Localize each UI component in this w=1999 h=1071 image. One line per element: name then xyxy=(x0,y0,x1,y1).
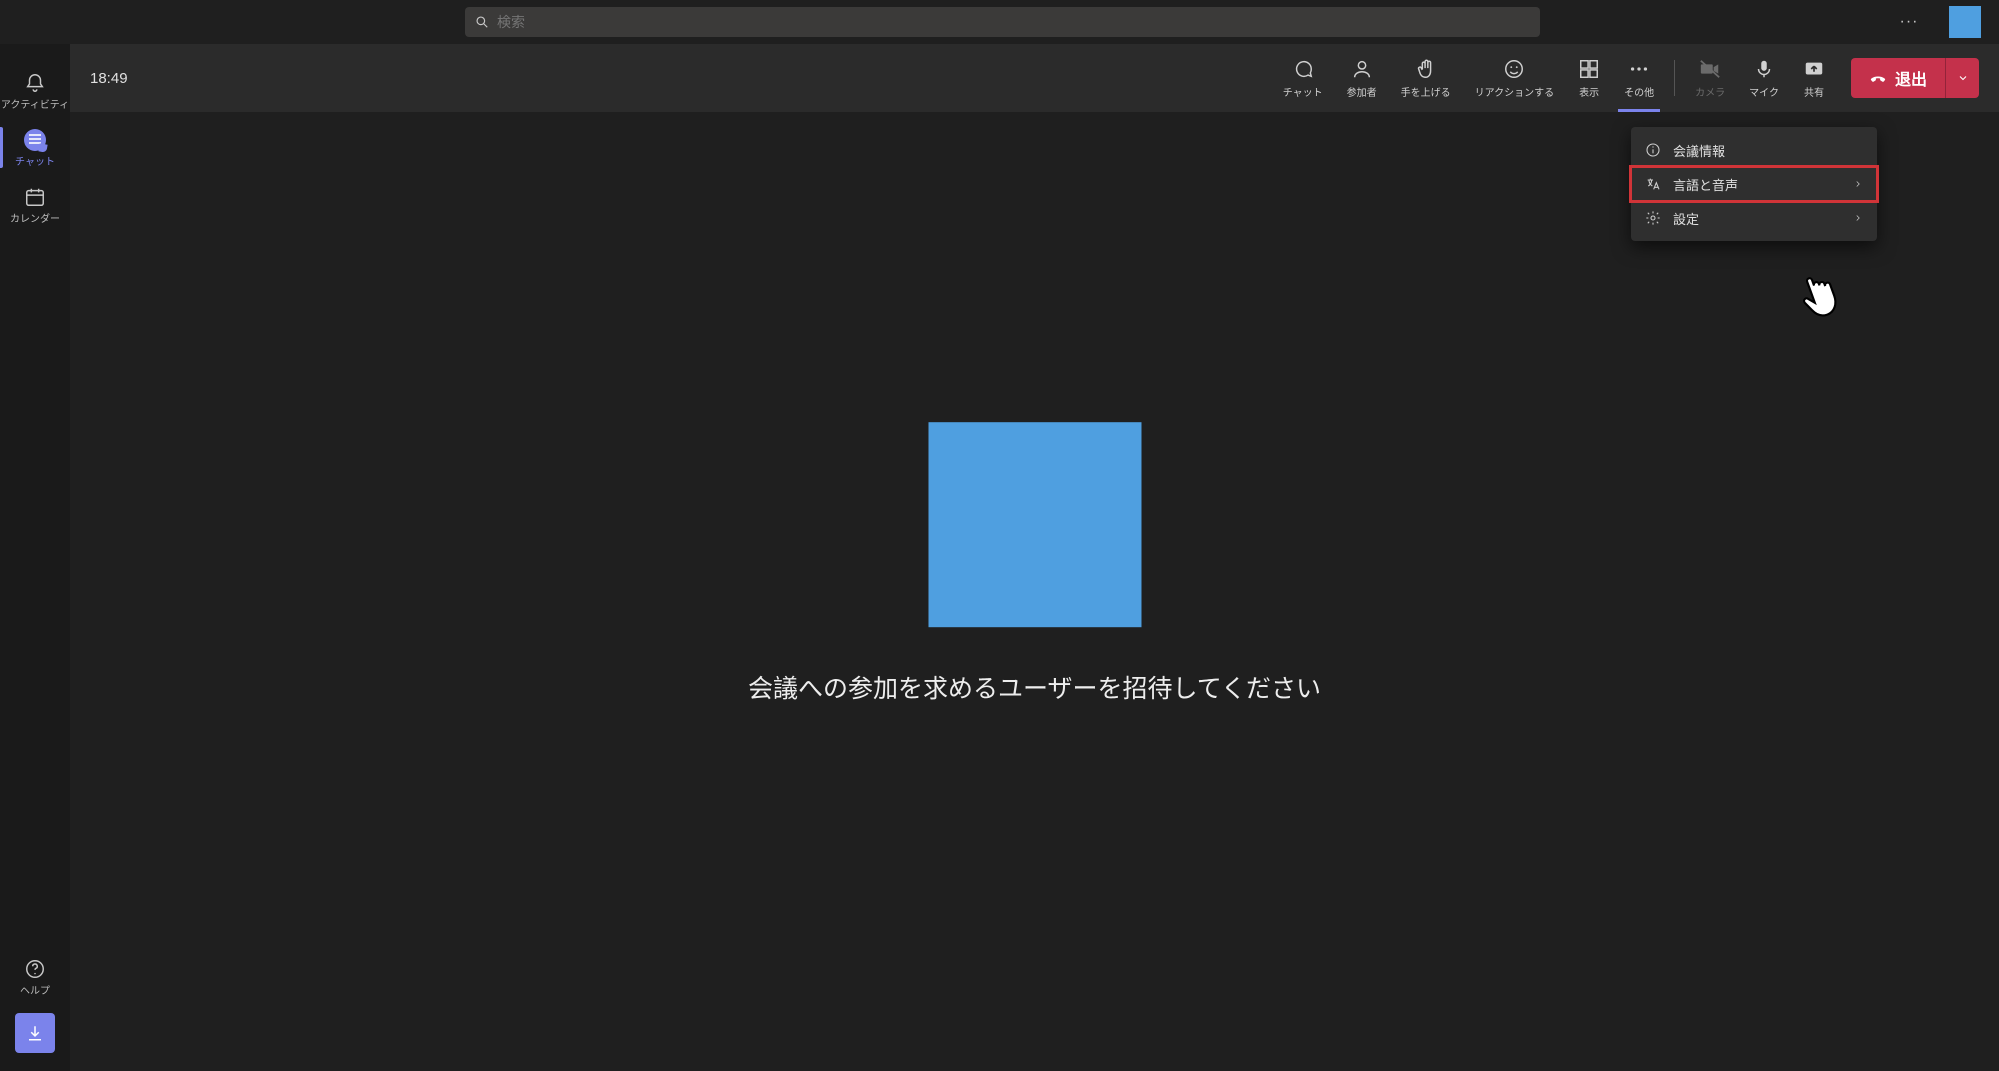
tool-camera[interactable]: カメラ xyxy=(1683,44,1737,112)
cursor-hand-overlay xyxy=(1792,268,1847,323)
rail-calendar-label: カレンダー xyxy=(10,210,60,225)
search-icon xyxy=(475,15,489,29)
info-icon xyxy=(1645,142,1661,158)
more-icon xyxy=(1628,58,1650,80)
download-button[interactable] xyxy=(15,1013,55,1053)
leave-button[interactable]: 退出 xyxy=(1851,58,1945,98)
tool-mic-label: マイク xyxy=(1749,84,1779,99)
menu-meeting-info[interactable]: 会議情報 xyxy=(1631,133,1877,167)
rail-activity[interactable]: アクティビティ xyxy=(0,62,70,119)
tool-share[interactable]: 共有 xyxy=(1791,44,1837,112)
chevron-right-icon xyxy=(1853,177,1863,192)
meeting-stage: 会議への参加を求めるユーザーを招待してください 会議情報 言語と音声 設定 xyxy=(70,112,1999,1071)
chat-icon xyxy=(24,129,46,151)
toolbar-divider xyxy=(1674,60,1675,96)
help-icon xyxy=(24,958,46,980)
participant-avatar xyxy=(928,422,1141,627)
bell-icon xyxy=(24,72,46,94)
search-box[interactable] xyxy=(465,7,1540,37)
leave-label: 退出 xyxy=(1895,66,1927,90)
tool-raise-hand[interactable]: 手を上げる xyxy=(1389,44,1463,112)
invite-prompt: 会議への参加を求めるユーザーを招待してください xyxy=(748,669,1321,705)
tool-camera-label: カメラ xyxy=(1695,84,1725,99)
tool-share-label: 共有 xyxy=(1804,84,1824,99)
download-icon xyxy=(26,1024,44,1042)
chat-bubble-icon xyxy=(1292,58,1314,80)
tool-mic[interactable]: マイク xyxy=(1737,44,1791,112)
rail-calendar[interactable]: カレンダー xyxy=(0,176,70,233)
people-icon xyxy=(1351,58,1373,80)
tool-react-label: リアクションする xyxy=(1475,84,1555,99)
title-more-button[interactable]: ··· xyxy=(1889,0,1929,44)
menu-language-speech[interactable]: 言語と音声 xyxy=(1631,167,1877,201)
meeting-toolbar: 18:49 チャット 参加者 手を上げる リアクションする 表示 その他 xyxy=(70,44,1999,112)
mic-icon xyxy=(1753,58,1775,80)
tool-view-label: 表示 xyxy=(1579,84,1599,99)
language-icon xyxy=(1645,176,1661,192)
stage-center: 会議への参加を求めるユーザーを招待してください xyxy=(748,422,1321,705)
tool-more[interactable]: その他 xyxy=(1612,44,1666,112)
user-avatar[interactable] xyxy=(1949,6,1981,38)
menu-language-label: 言語と音声 xyxy=(1673,175,1738,194)
rail-help-label: ヘルプ xyxy=(20,982,50,997)
rail-bottom: ヘルプ xyxy=(0,958,70,1071)
tool-raise-label: 手を上げる xyxy=(1401,84,1451,99)
tool-chat[interactable]: チャット xyxy=(1271,44,1335,112)
meeting-time: 18:49 xyxy=(90,70,128,87)
app-rail: アクティビティ チャット カレンダー ヘルプ xyxy=(0,44,70,1071)
tool-people[interactable]: 参加者 xyxy=(1335,44,1389,112)
tool-people-label: 参加者 xyxy=(1347,84,1377,99)
rail-chat-label: チャット xyxy=(15,153,55,168)
tool-view[interactable]: 表示 xyxy=(1566,44,1612,112)
meeting-tools: チャット 参加者 手を上げる リアクションする 表示 その他 カメラ xyxy=(1271,44,1979,112)
menu-settings-label: 設定 xyxy=(1673,209,1699,228)
tool-react[interactable]: リアクションする xyxy=(1463,44,1567,112)
title-bar: ··· xyxy=(0,0,1999,44)
gear-icon xyxy=(1645,210,1661,226)
hand-icon xyxy=(1415,58,1437,80)
search-input[interactable] xyxy=(497,14,1530,30)
chevron-down-icon xyxy=(1957,72,1969,84)
chevron-right-icon xyxy=(1853,211,1863,226)
calendar-icon xyxy=(24,186,46,208)
more-dropdown: 会議情報 言語と音声 設定 xyxy=(1631,127,1877,241)
emoji-icon xyxy=(1503,58,1525,80)
menu-meeting-info-label: 会議情報 xyxy=(1673,141,1725,160)
leave-dropdown[interactable] xyxy=(1945,58,1979,98)
leave-group: 退出 xyxy=(1851,58,1979,98)
rail-activity-label: アクティビティ xyxy=(1,96,69,111)
grid-icon xyxy=(1578,58,1600,80)
tool-chat-label: チャット xyxy=(1283,84,1323,99)
rail-help[interactable]: ヘルプ xyxy=(20,958,50,997)
tool-more-label: その他 xyxy=(1624,84,1654,99)
menu-settings[interactable]: 設定 xyxy=(1631,201,1877,235)
share-screen-icon xyxy=(1803,58,1825,80)
hangup-icon xyxy=(1869,69,1887,87)
rail-chat[interactable]: チャット xyxy=(0,119,70,176)
camera-off-icon xyxy=(1699,58,1721,80)
